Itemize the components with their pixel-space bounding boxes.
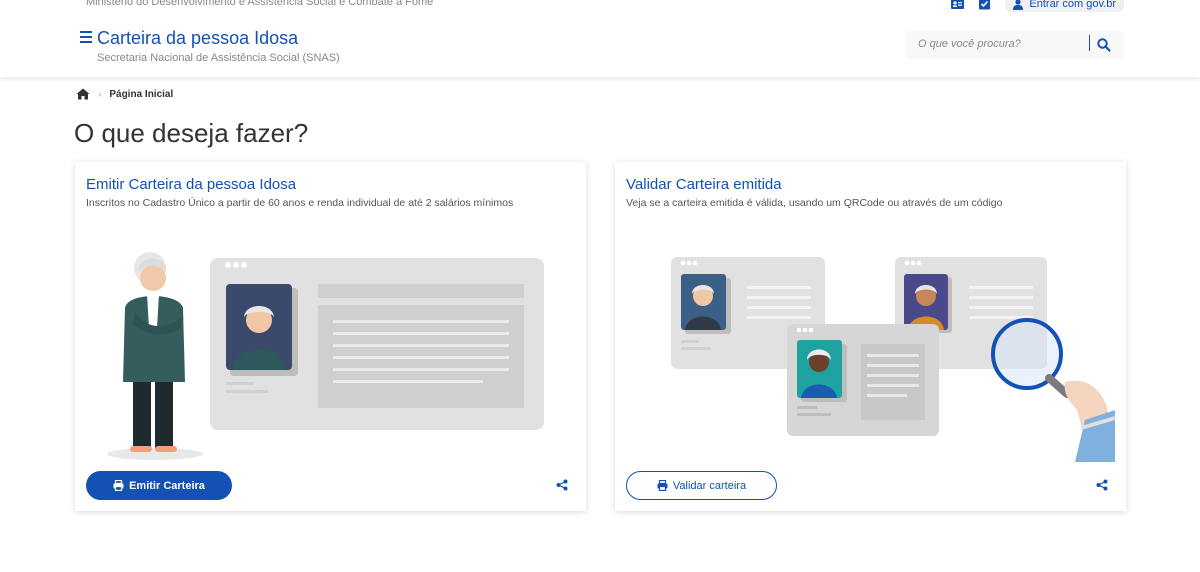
site-title[interactable]: Carteira da pessoa Idosa: [97, 28, 298, 49]
card-title[interactable]: Emitir Carteira da pessoa Idosa: [86, 176, 296, 193]
login-label: Entrar com gov.br: [1029, 0, 1116, 10]
chevron-right-icon: ›: [98, 88, 102, 100]
site-header: Ministério do Desenvolvimento e Assistên…: [0, 0, 1200, 77]
search-divider: [1089, 35, 1090, 51]
printer-icon: [657, 480, 668, 491]
card-description: Inscritos no Cadastro Único a partir de …: [86, 197, 514, 209]
card-emitir: Emitir Carteira da pessoa Idosa Inscrito…: [75, 162, 586, 511]
search-box: [906, 31, 1124, 59]
id-validation-illustration: [671, 257, 1116, 462]
breadcrumb-current: Página Inicial: [109, 88, 174, 100]
card-description: Veja se a carteira emitida é válida, usa…: [626, 197, 1003, 209]
elderly-woman-id-card-illustration: [107, 252, 544, 460]
validar-carteira-label: Validar carteira: [672, 479, 747, 492]
ministry-name: Ministério do Desenvolvimento e Assistên…: [86, 0, 434, 8]
validar-carteira-button[interactable]: Validar carteira: [626, 471, 777, 500]
card-title[interactable]: Validar Carteira emitida: [626, 176, 782, 193]
menu-icon[interactable]: [80, 31, 92, 43]
top-actions: Entrar com gov.br: [951, 0, 1124, 12]
login-button[interactable]: Entrar com gov.br: [1005, 0, 1124, 12]
card-validar: Validar Carteira emitida Veja se a carte…: [615, 162, 1126, 511]
breadcrumb: › Página Inicial: [76, 87, 173, 101]
id-card-icon[interactable]: [951, 0, 965, 10]
search-icon[interactable]: [1096, 37, 1112, 53]
checkbox-icon[interactable]: [978, 0, 991, 10]
share-icon[interactable]: [1096, 479, 1108, 491]
emitir-carteira-label: Emitir Carteira: [129, 479, 205, 492]
share-icon[interactable]: [556, 479, 568, 491]
user-icon: [1013, 0, 1024, 10]
emitir-carteira-button[interactable]: Emitir Carteira: [86, 471, 232, 500]
home-icon[interactable]: [76, 88, 90, 100]
site-subtitle: Secretaria Nacional de Assistência Socia…: [97, 52, 340, 64]
page-title: O que deseja fazer?: [74, 118, 309, 148]
search-input[interactable]: [918, 38, 1078, 50]
printer-icon: [113, 480, 124, 491]
